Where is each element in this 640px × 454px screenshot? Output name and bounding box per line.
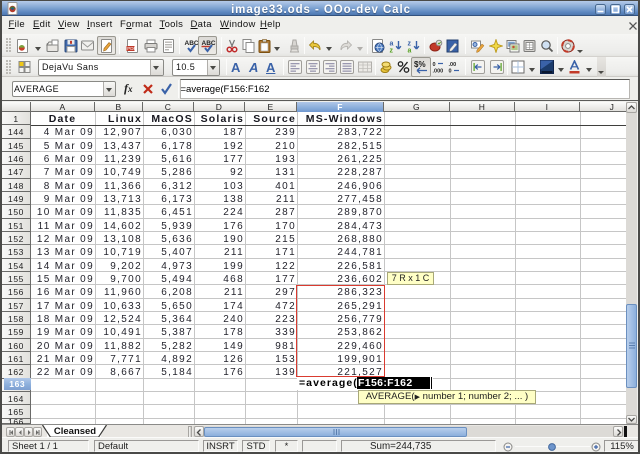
svg-text:a: a [408,48,412,54]
svg-text:.00: .00 [449,62,457,68]
svg-text:0: 0 [449,69,452,75]
svg-text:z: z [390,48,394,54]
svg-text:0: 0 [433,62,436,68]
svg-text:z: z [408,41,412,48]
svg-text:ABC: ABC [185,40,199,47]
svg-text:a: a [390,41,394,48]
svg-text:PDF: PDF [127,46,136,51]
svg-text:.000: .000 [433,69,444,75]
